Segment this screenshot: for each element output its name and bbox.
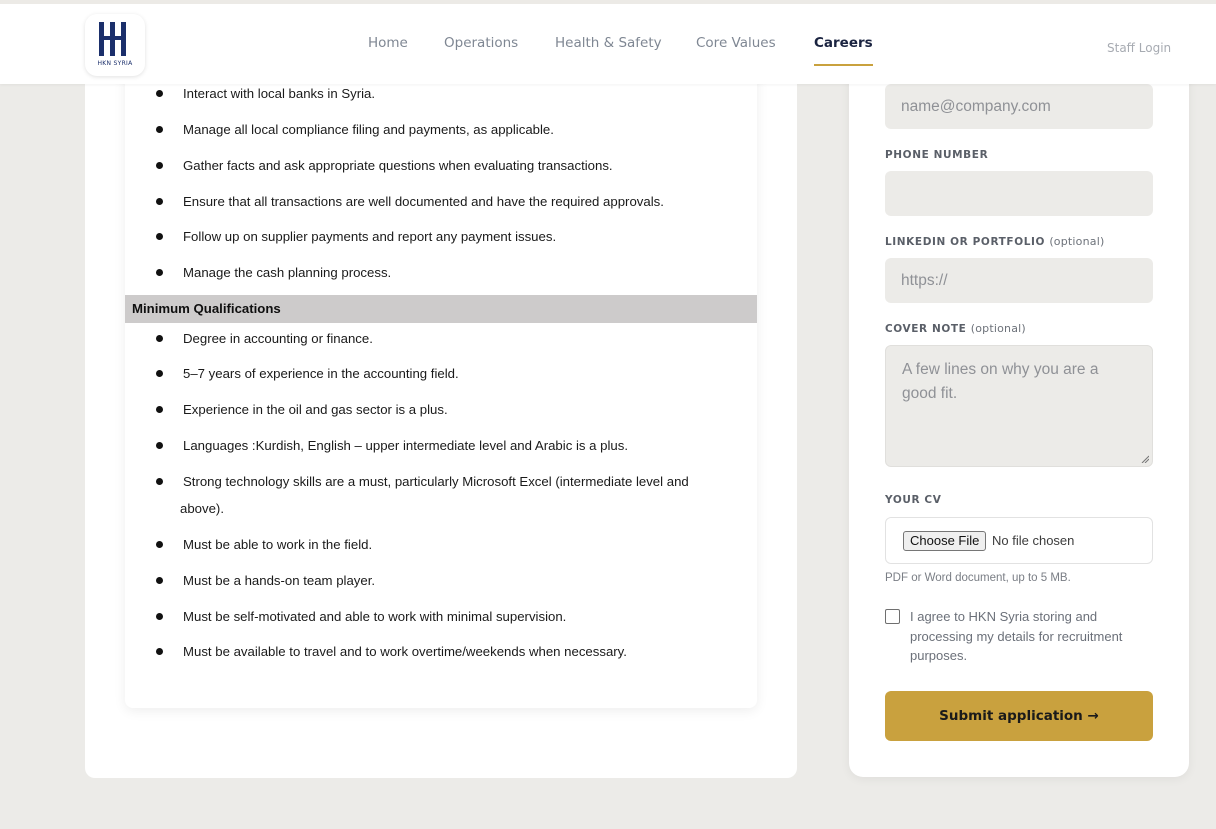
nav-core-values[interactable]: Core Values	[696, 35, 776, 51]
bullet	[156, 613, 163, 620]
qualification-item: 5–7 years of experience in the accountin…	[183, 366, 459, 381]
qualification-item: Must be a hands-on team player.	[183, 573, 376, 588]
responsibility-item: Follow up on supplier payments and repor…	[183, 229, 557, 244]
bullet	[156, 162, 163, 169]
job-document: Interact with local banks in Syria. Mana…	[125, 60, 757, 708]
linkedin-field[interactable]: https://	[885, 258, 1153, 303]
application-form-card: name@company.com PHONE NUMBER LINKEDIN O…	[849, 60, 1189, 777]
qualification-item: Languages :Kurdish, English – upper inte…	[183, 438, 628, 453]
responsibility-item: Manage all local compliance filing and p…	[183, 122, 554, 137]
bullet	[156, 233, 163, 240]
nav-health-safety[interactable]: Health & Safety	[555, 35, 662, 51]
nav-careers-label: Careers	[814, 35, 873, 51]
email-placeholder: name@company.com	[901, 98, 1051, 115]
bullet	[156, 478, 163, 485]
qualifications-title: Minimum Qualifications	[132, 301, 281, 316]
job-description-card: Interact with local banks in Syria. Mana…	[85, 60, 797, 778]
cover-note-textarea[interactable]: A few lines on why you are a good fit.	[885, 345, 1153, 467]
responsibility-item: Ensure that all transactions are well do…	[183, 194, 664, 209]
phone-field[interactable]	[885, 171, 1153, 216]
main-nav: Home Operations Health & Safety Core Val…	[0, 35, 1216, 66]
linkedin-placeholder: https://	[901, 272, 948, 289]
bullet	[156, 648, 163, 655]
cv-hint: PDF or Word document, up to 5 MB.	[885, 572, 1071, 584]
linkedin-label-text: LINKEDIN OR PORTFOLIO	[885, 236, 1046, 248]
bullet	[156, 577, 163, 584]
responsibility-item: Gather facts and ask appropriate questio…	[183, 158, 613, 173]
bullet	[156, 370, 163, 377]
site-header: HKN SYRIA Home Operations Health & Safet…	[0, 0, 1216, 84]
choose-file-button[interactable]: Choose File	[903, 531, 987, 551]
cover-note-optional: (optional)	[970, 322, 1026, 335]
bullet	[156, 406, 163, 413]
resize-handle-icon[interactable]	[1141, 455, 1149, 463]
bullet	[156, 198, 163, 205]
qualification-item: Must be available to travel and to work …	[183, 644, 627, 659]
bullet	[156, 90, 163, 97]
active-nav-underline	[814, 64, 873, 66]
nav-careers[interactable]: Careers	[814, 35, 873, 66]
qualification-item: Must be able to work in the field.	[183, 537, 373, 552]
staff-login-link[interactable]: Staff Login	[1107, 41, 1171, 55]
cv-label: YOUR CV	[885, 494, 942, 506]
email-field[interactable]: name@company.com	[885, 84, 1153, 129]
bullet	[156, 126, 163, 133]
qualification-item-continued: above).	[180, 501, 224, 516]
linkedin-optional: (optional)	[1049, 235, 1105, 248]
submit-application-button[interactable]: Submit application →	[885, 691, 1153, 741]
cv-file-input: Choose File No file chosen	[885, 517, 1153, 564]
qualification-item: Strong technology skills are a must, par…	[183, 474, 689, 489]
bullet	[156, 442, 163, 449]
file-status: No file chosen	[992, 533, 1075, 548]
bullet	[156, 269, 163, 276]
qualification-item: Degree in accounting or finance.	[183, 331, 373, 346]
cover-note-label: COVER NOTE (optional)	[885, 322, 1026, 335]
consent-checkbox[interactable]	[885, 609, 900, 624]
responsibility-item: Interact with local banks in Syria.	[183, 86, 376, 101]
nav-operations[interactable]: Operations	[444, 35, 518, 51]
responsibility-item: Manage the cash planning process.	[183, 265, 392, 280]
consent-text: I agree to HKN Syria storing and process…	[910, 609, 1123, 663]
linkedin-label: LINKEDIN OR PORTFOLIO (optional)	[885, 235, 1104, 248]
qualification-item: Must be self-motivated and able to work …	[183, 609, 567, 624]
bullet	[156, 335, 163, 342]
qualification-item: Experience in the oil and gas sector is …	[183, 402, 448, 417]
qualifications-header: Minimum Qualifications	[125, 295, 757, 323]
cover-note-placeholder: A few lines on why you are a good fit.	[902, 361, 1099, 402]
nav-home[interactable]: Home	[368, 35, 408, 51]
cover-note-label-text: COVER NOTE	[885, 323, 967, 335]
bullet	[156, 541, 163, 548]
phone-label: PHONE NUMBER	[885, 149, 989, 161]
